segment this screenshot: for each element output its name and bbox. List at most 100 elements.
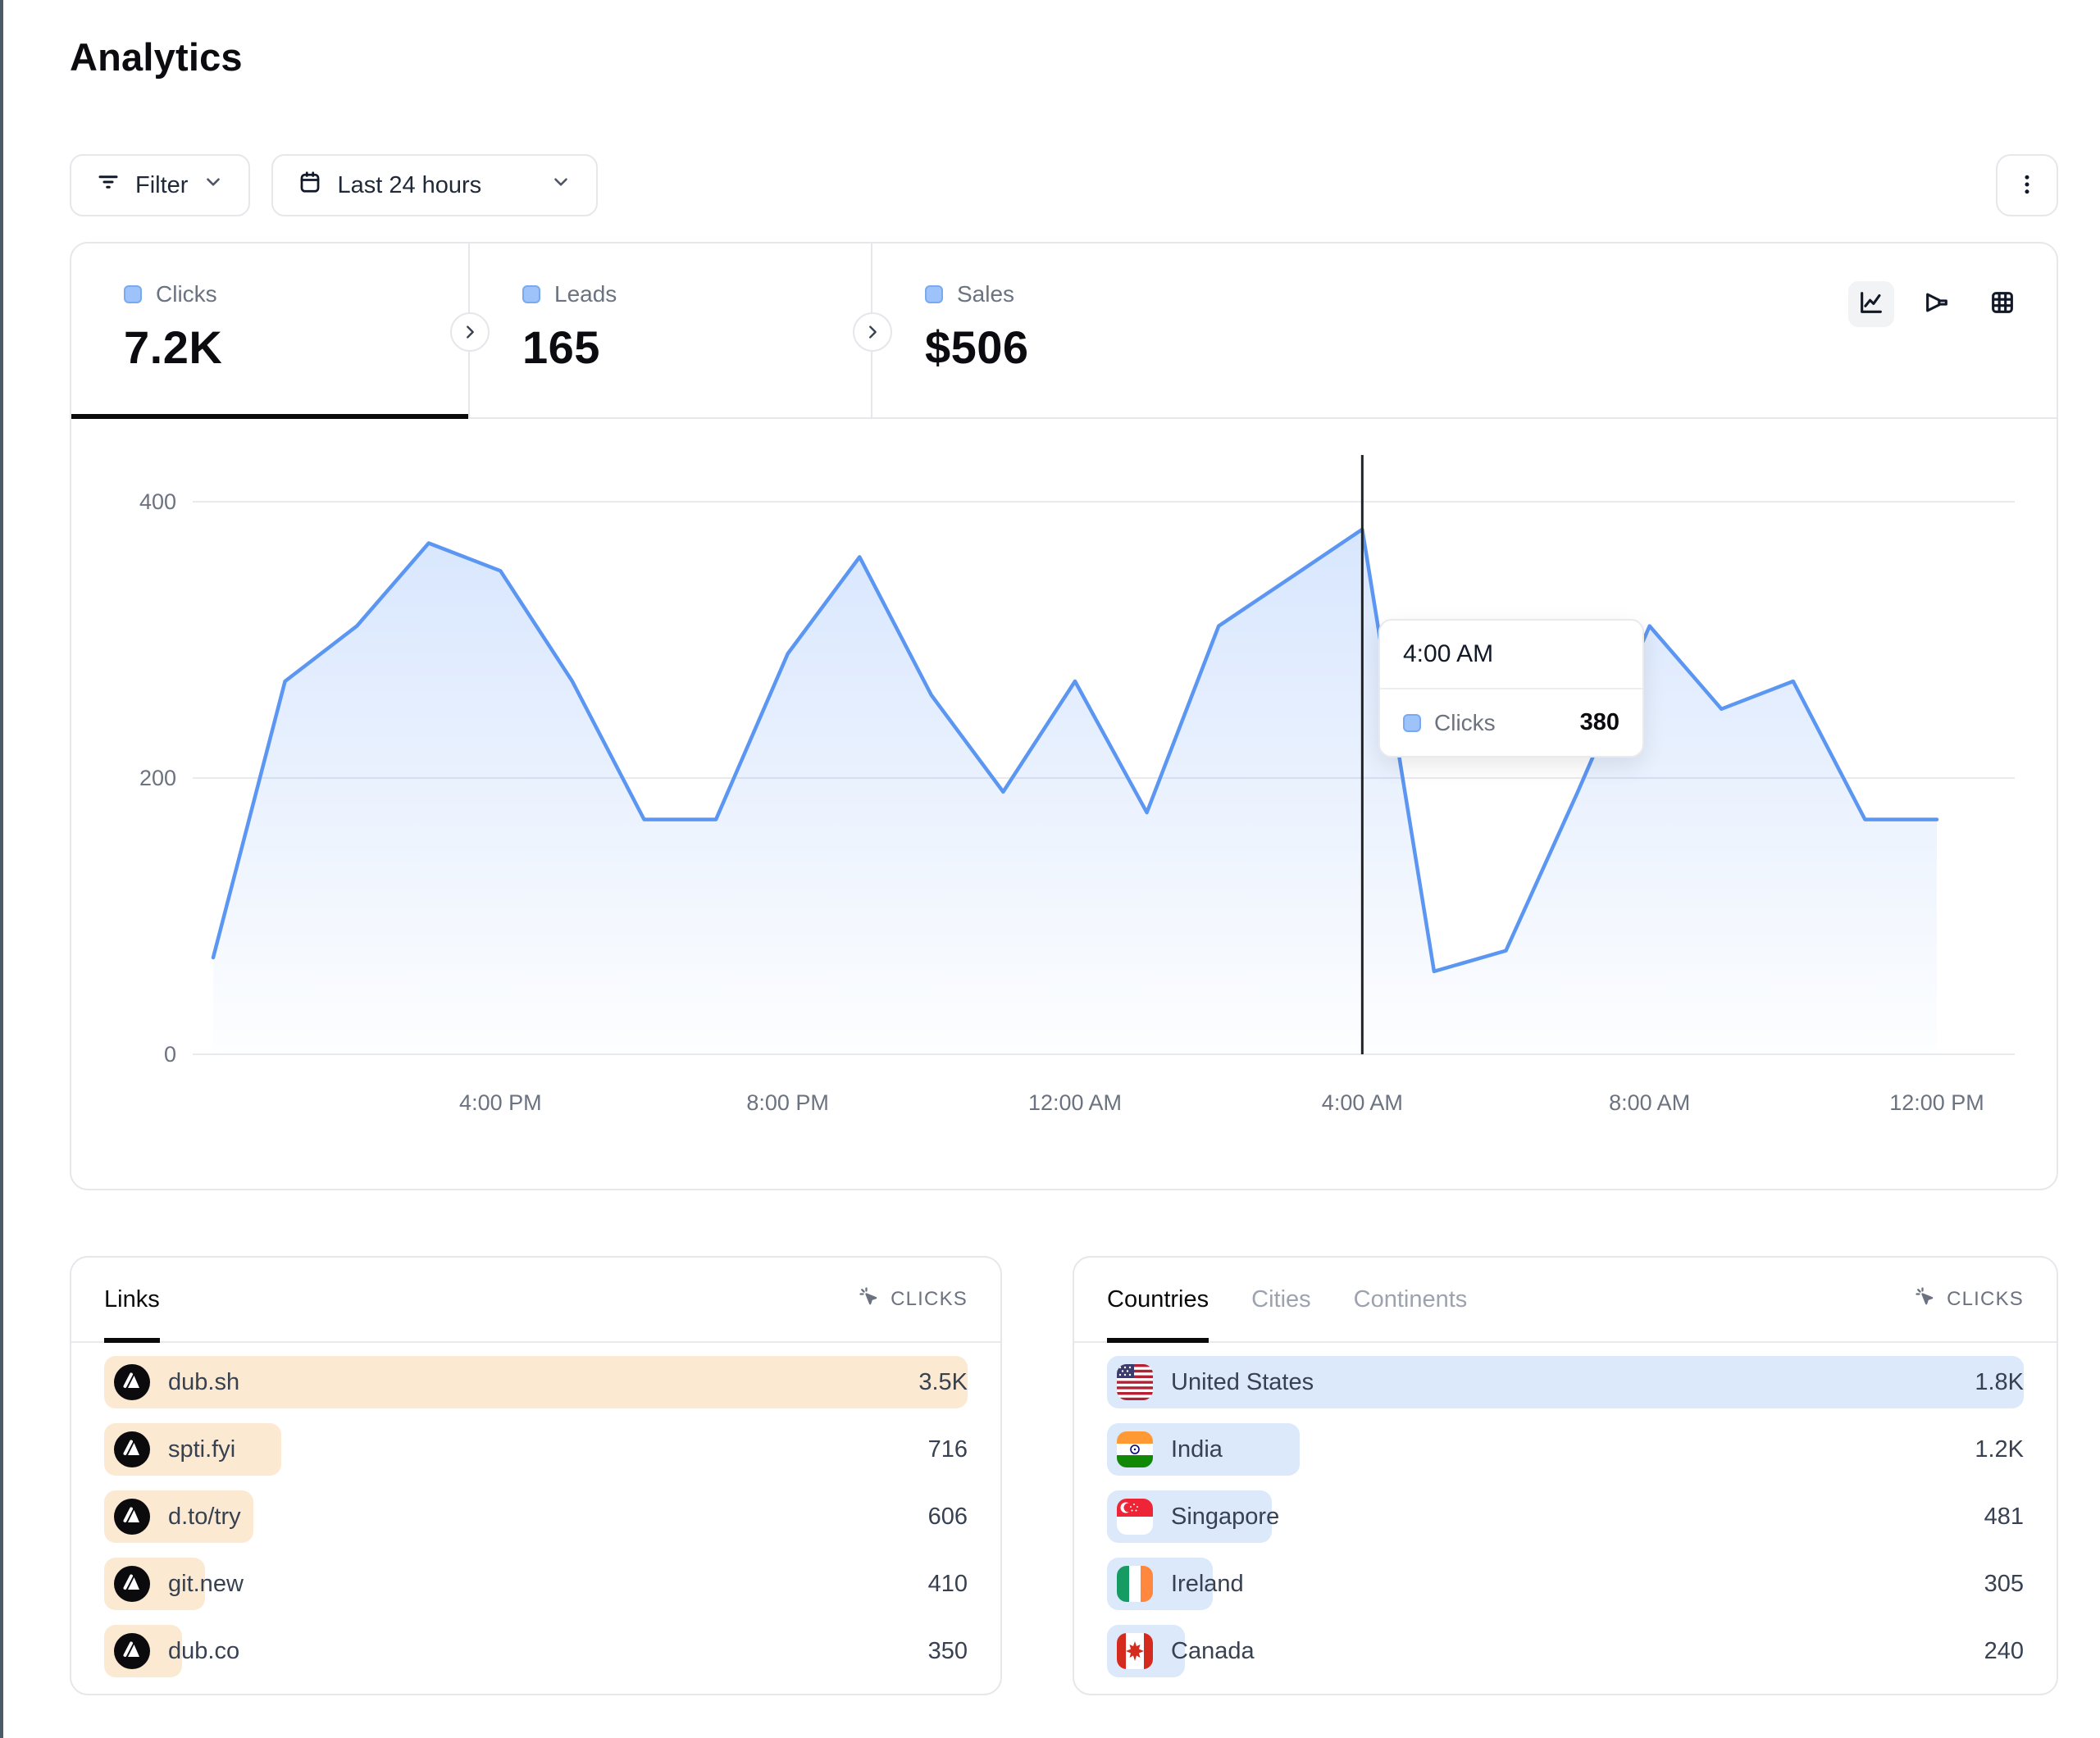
line-chart-icon xyxy=(1857,289,1885,321)
link-row-d.to/try[interactable]: d.to/try 606 xyxy=(104,1490,968,1543)
x-axis-tick-label: 8:00 AM xyxy=(1609,1090,1690,1115)
link-label: git.new xyxy=(168,1571,244,1598)
link-label: dub.co xyxy=(168,1638,239,1665)
country-label: United States xyxy=(1171,1369,1314,1396)
country-row-Ireland[interactable]: Ireland305 xyxy=(1107,1558,2024,1610)
dub-favicon-icon xyxy=(114,1566,150,1602)
funnel-icon xyxy=(1923,289,1951,321)
country-row-Canada[interactable]: Canada 240 xyxy=(1107,1625,2024,1677)
country-label: Ireland xyxy=(1171,1571,1244,1598)
in-flag-icon xyxy=(1117,1431,1153,1467)
expand-clicks-chevron-button[interactable] xyxy=(450,312,490,352)
tooltip-value: 380 xyxy=(1580,709,1619,736)
tooltip-time: 4:00 AM xyxy=(1380,621,1642,689)
link-label: dub.sh xyxy=(168,1369,239,1396)
countries-panel: Countries Cities Continents xyxy=(1073,1256,2058,1695)
expand-leads-chevron-button[interactable] xyxy=(853,312,892,352)
cursor-click-icon xyxy=(1914,1285,1937,1314)
link-label: d.to/try xyxy=(168,1504,241,1531)
kebab-menu-icon xyxy=(2015,172,2039,199)
dub-favicon-icon xyxy=(114,1431,150,1467)
country-row-United States[interactable]: United States 1.8K xyxy=(1107,1356,2024,1408)
links-panel-header: Links CLICKS xyxy=(71,1258,1000,1343)
country-label: Canada xyxy=(1171,1638,1255,1665)
sales-tab-value: $506 xyxy=(925,321,2057,374)
leads-tab-value: 165 xyxy=(522,321,871,374)
left-edge-divider xyxy=(0,0,3,1738)
cities-tab-label: Cities xyxy=(1251,1286,1311,1313)
tab-sales[interactable]: Sales $506 xyxy=(872,243,2057,417)
link-row-git.new[interactable]: git.new 410 xyxy=(104,1558,968,1610)
clicks-tab-label: Clicks xyxy=(156,281,217,307)
ie-flag-icon xyxy=(1117,1566,1153,1602)
y-axis-tick-label: 400 xyxy=(139,489,176,514)
tab-clicks[interactable]: Clicks 7.2K xyxy=(71,243,470,417)
sales-legend-swatch xyxy=(925,285,943,303)
dub-favicon-icon xyxy=(114,1633,150,1669)
chart-view-switcher xyxy=(1848,281,2025,327)
x-axis-tick-label: 12:00 PM xyxy=(1889,1090,1984,1115)
funnel-view-button[interactable] xyxy=(1914,281,1960,327)
countries-metric-label: CLICKS xyxy=(1947,1288,2024,1311)
tab-countries[interactable]: Countries xyxy=(1107,1258,1209,1341)
toolbar: Filter Last 24 hours xyxy=(70,154,598,216)
tab-cities[interactable]: Cities xyxy=(1251,1258,1311,1341)
ca-flag-icon xyxy=(1117,1633,1153,1669)
x-axis-tick-label: 4:00 PM xyxy=(459,1090,542,1115)
sg-flag-icon xyxy=(1117,1499,1153,1535)
table-view-button[interactable] xyxy=(1979,281,2025,327)
country-label: Singapore xyxy=(1171,1504,1279,1531)
links-tab-label: Links xyxy=(104,1286,160,1313)
link-clicks-value: 606 xyxy=(928,1490,968,1543)
metric-tabs: Clicks 7.2K Leads 165 Sales xyxy=(71,243,2057,419)
leads-tab-label: Leads xyxy=(554,281,617,307)
tooltip-legend-swatch xyxy=(1403,714,1421,732)
chart-tooltip: 4:00 AM Clicks 380 xyxy=(1378,619,1644,758)
link-clicks-value: 410 xyxy=(928,1558,968,1610)
calendar-icon xyxy=(298,170,322,201)
countries-tab-label: Countries xyxy=(1107,1286,1209,1313)
link-row-spti.fyi[interactable]: spti.fyi716 xyxy=(104,1423,968,1476)
date-range-button[interactable]: Last 24 hours xyxy=(271,154,598,216)
country-clicks-value: 1.2K xyxy=(1975,1423,2024,1476)
filter-lines-icon xyxy=(96,170,121,201)
analytics-page: Analytics Filter xyxy=(0,0,2100,1738)
link-clicks-value: 350 xyxy=(928,1625,968,1677)
more-options-button[interactable] xyxy=(1996,154,2058,216)
countries-panel-header: Countries Cities Continents xyxy=(1074,1258,2057,1343)
country-row-Singapore[interactable]: Singapore 481 xyxy=(1107,1490,2024,1543)
y-axis-tick-label: 0 xyxy=(164,1042,176,1067)
cursor-click-icon xyxy=(858,1285,881,1314)
links-metric-header[interactable]: CLICKS xyxy=(858,1285,968,1314)
analytics-chart-card: Clicks 7.2K Leads 165 Sales xyxy=(70,242,2058,1190)
link-row-dub.co[interactable]: dub.co 350 xyxy=(104,1625,968,1677)
links-panel: Links CLICKS dub.sh 3.5K spti.fyi716 d.to/t… xyxy=(70,1256,1002,1695)
tab-links[interactable]: Links xyxy=(104,1258,160,1341)
country-clicks-value: 481 xyxy=(1984,1490,2024,1543)
country-clicks-value: 1.8K xyxy=(1975,1356,2024,1408)
country-clicks-value: 240 xyxy=(1984,1625,2024,1677)
link-row-dub.sh[interactable]: dub.sh 3.5K xyxy=(104,1356,968,1408)
tab-leads[interactable]: Leads 165 xyxy=(470,243,872,417)
grid-table-icon xyxy=(1988,289,2016,321)
country-row-India[interactable]: India 1.2K xyxy=(1107,1423,2024,1476)
links-metric-label: CLICKS xyxy=(891,1288,968,1311)
dub-favicon-icon xyxy=(114,1499,150,1535)
filter-button[interactable]: Filter xyxy=(70,154,250,216)
date-range-label: Last 24 hours xyxy=(337,172,481,199)
link-clicks-value: 3.5K xyxy=(918,1356,968,1408)
clicks-area-chart[interactable]: 02004004:00 PM8:00 PM12:00 AM4:00 AM8:00… xyxy=(71,417,2057,1190)
link-clicks-value: 716 xyxy=(928,1423,968,1476)
tooltip-series-label: Clicks xyxy=(1434,710,1496,736)
tab-continents[interactable]: Continents xyxy=(1354,1258,1468,1341)
country-label: India xyxy=(1171,1436,1223,1463)
x-axis-tick-label: 8:00 PM xyxy=(746,1090,829,1115)
filter-button-label: Filter xyxy=(135,172,188,199)
countries-metric-header[interactable]: CLICKS xyxy=(1914,1285,2024,1314)
x-axis-tick-label: 4:00 AM xyxy=(1322,1090,1403,1115)
us-flag-icon xyxy=(1117,1364,1153,1400)
line-chart-view-button[interactable] xyxy=(1848,281,1894,327)
continents-tab-label: Continents xyxy=(1354,1286,1468,1313)
y-axis-tick-label: 200 xyxy=(139,766,176,790)
clicks-tab-value: 7.2K xyxy=(124,321,468,374)
